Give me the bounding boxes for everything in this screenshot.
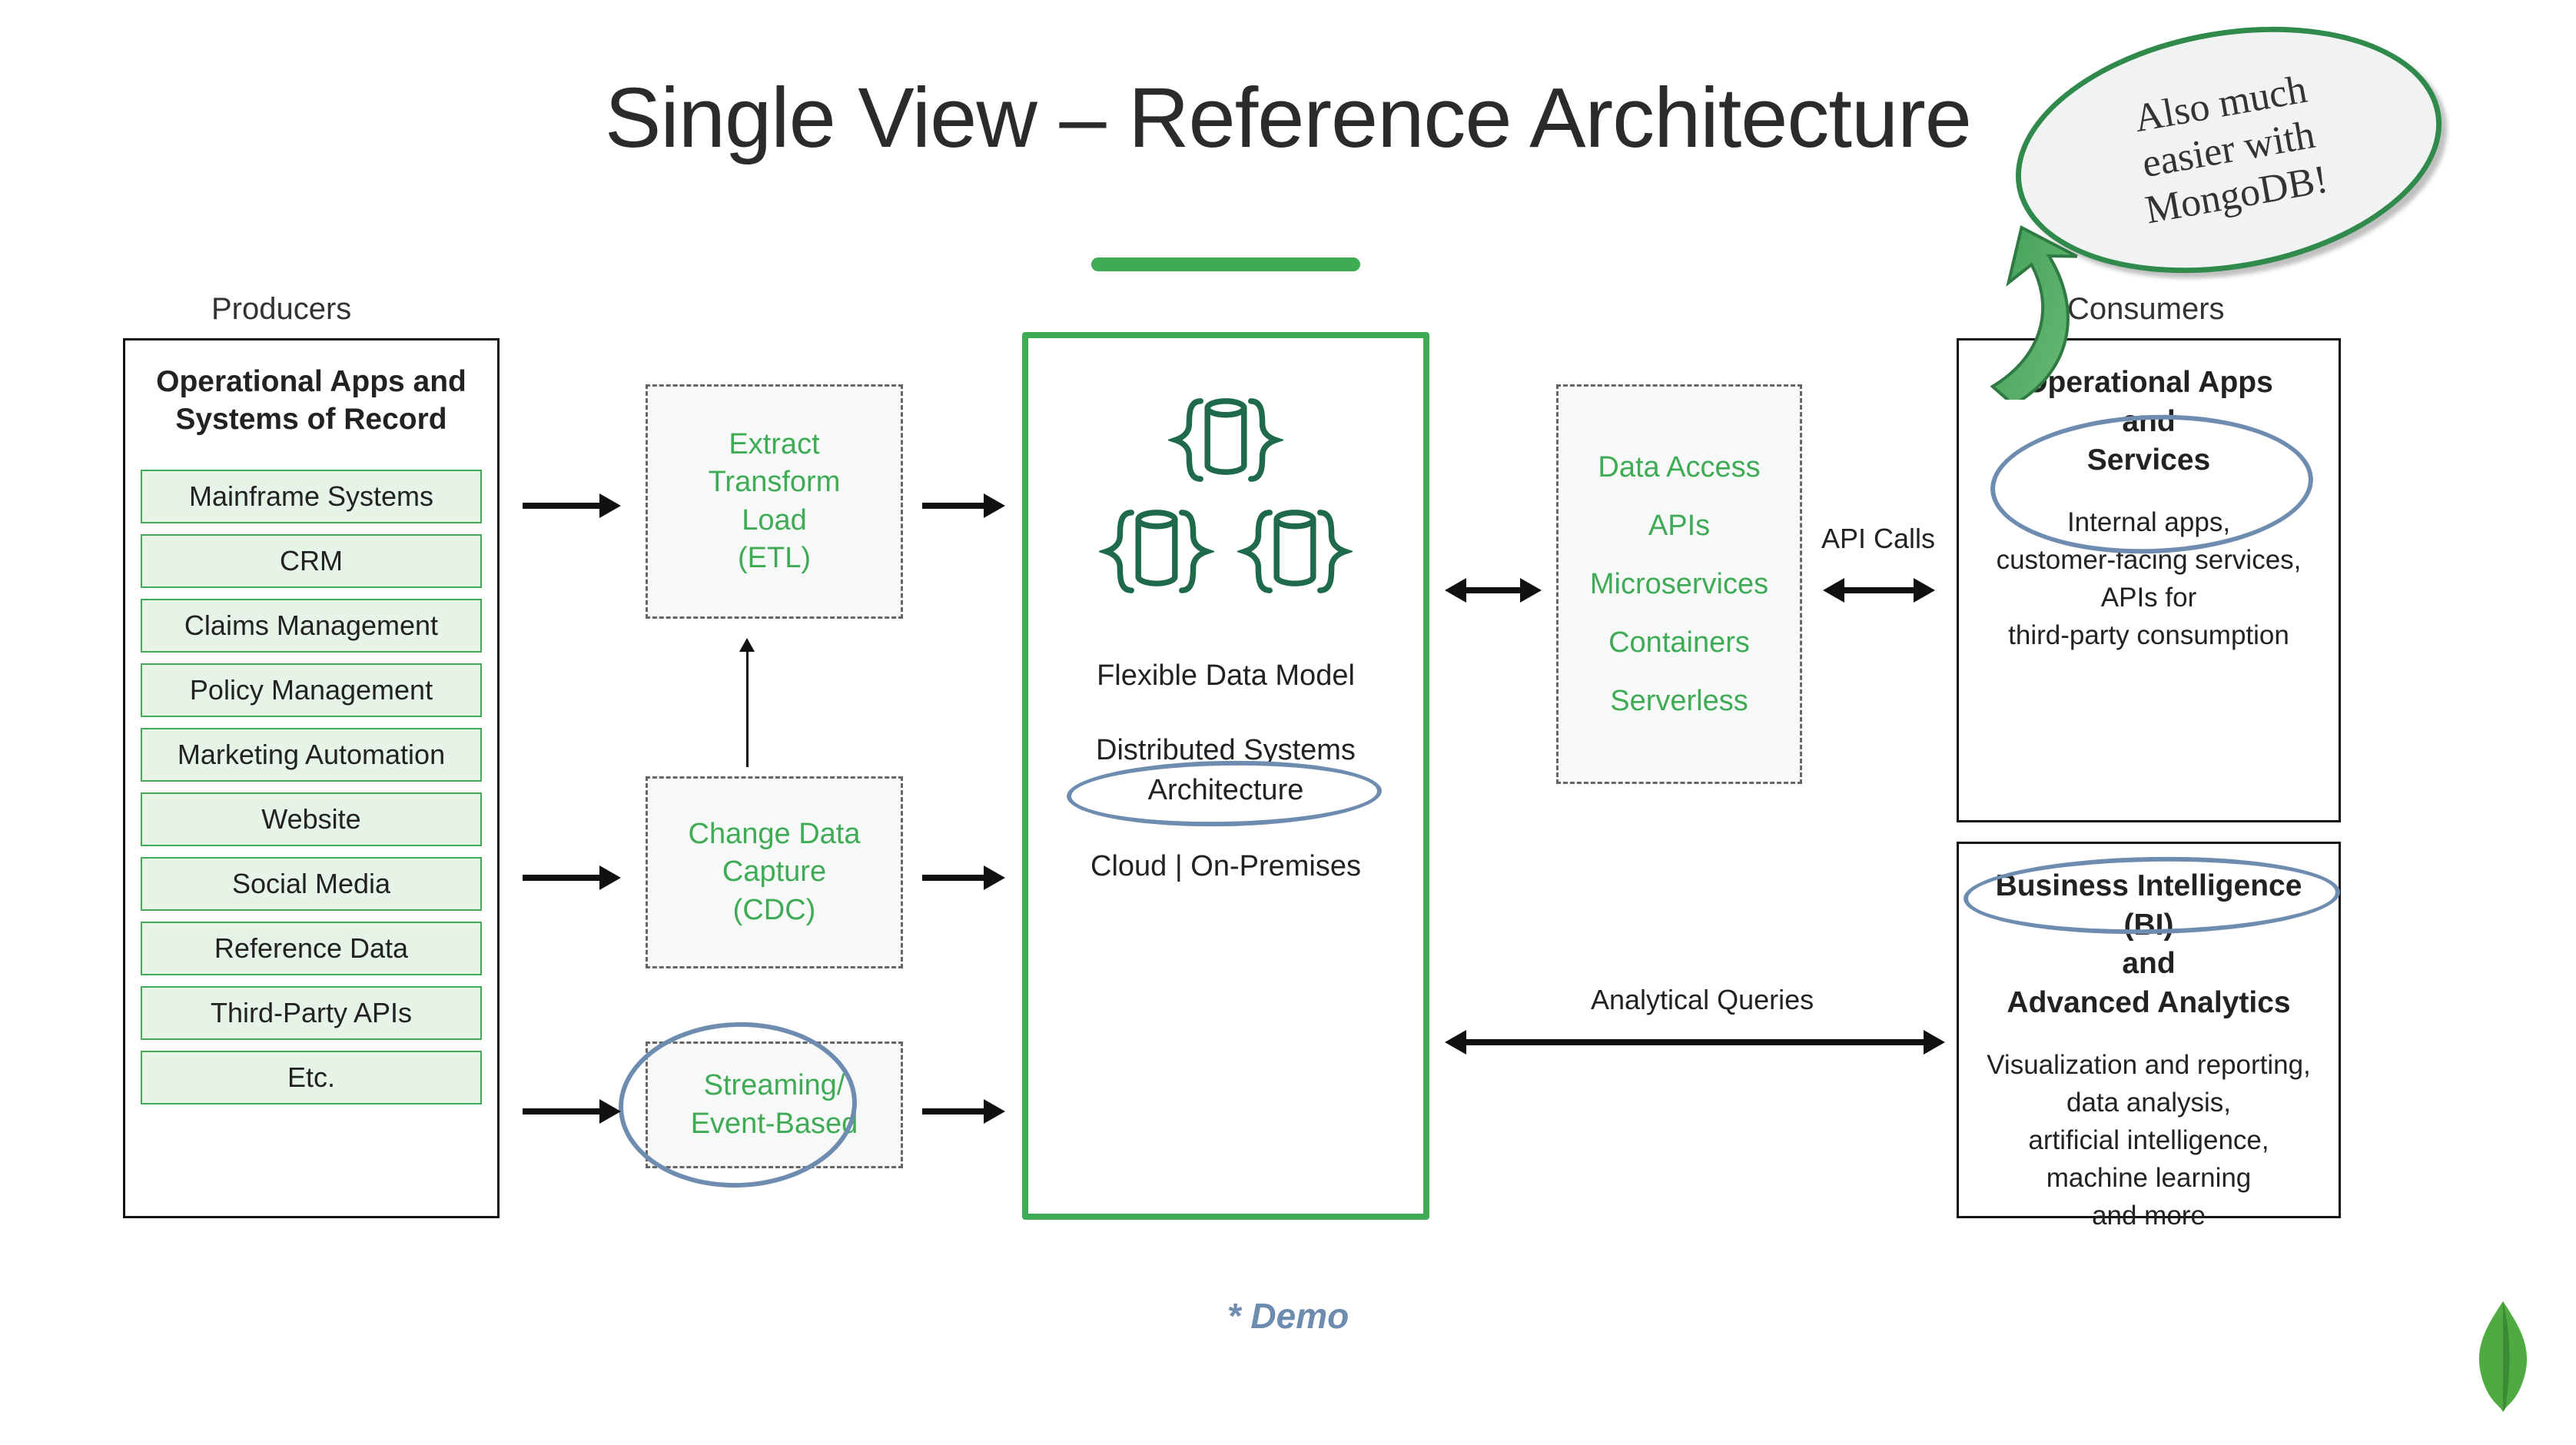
bubble-text: Also much easier with MongoDB! xyxy=(2126,66,2331,234)
central-box: Flexible Data Model Distributed Systems … xyxy=(1022,332,1429,1220)
arrow-cdc-to-central xyxy=(922,865,1005,890)
cdc-l2: Capture xyxy=(648,853,901,891)
access-l1: Data AccessAPIs xyxy=(1559,438,1800,555)
json-icon xyxy=(1099,503,1214,600)
label-api-calls: API Calls xyxy=(1821,523,1935,555)
producer-item: Social Media xyxy=(141,857,482,911)
producer-item: Reference Data xyxy=(141,922,482,975)
arrow-etl-to-central xyxy=(922,493,1005,518)
arrow-prod-to-etl xyxy=(523,493,621,518)
producers-heading-l1: Operational Apps and xyxy=(156,365,466,398)
cdc-box: Change Data Capture (CDC) xyxy=(646,776,903,968)
consumers-column-label: Consumers xyxy=(2067,292,2225,327)
flexible-data-model-label: Flexible Data Model xyxy=(1077,653,1375,699)
producer-item: Policy Management xyxy=(141,663,482,717)
label-analytical: Analytical Queries xyxy=(1591,984,1814,1016)
demo-footer: * Demo xyxy=(0,1295,2576,1337)
json-icon xyxy=(1237,503,1353,600)
cdc-to-etl-arrow xyxy=(739,638,755,767)
cdc-l1: Change Data xyxy=(648,816,901,853)
etl-l3: Load xyxy=(648,502,901,540)
consumers-ops-body: Internal apps, customer-facing services,… xyxy=(1979,503,2319,654)
distributed-arch-label: Distributed Systems Architecture xyxy=(1096,731,1356,810)
access-l4: Containers xyxy=(1559,613,1800,672)
producers-heading: Operational Apps and Systems of Record xyxy=(141,364,482,439)
arrow-central-bi xyxy=(1445,1030,1945,1055)
producers-box: Operational Apps and Systems of Record M… xyxy=(123,338,500,1218)
producer-item: Etc. xyxy=(141,1051,482,1105)
stream-l2: Event-Based xyxy=(648,1105,901,1143)
access-layer-box: Data AccessAPIs Microservices Containers… xyxy=(1556,384,1802,784)
etl-l2: Transform xyxy=(648,463,901,501)
arrow-central-access xyxy=(1445,578,1542,603)
producers-list: Mainframe Systems CRM Claims Management … xyxy=(141,470,482,1105)
json-icon xyxy=(1168,392,1283,488)
consumers-ops-heading: Operational Apps and Services xyxy=(1979,364,2319,480)
producers-heading-l2: Systems of Record xyxy=(175,403,446,436)
consumers-ops-box: Operational Apps and Services Internal a… xyxy=(1957,338,2341,822)
consumers-bi-heading: Business Intelligence (BI) and Advanced … xyxy=(1979,867,2319,1023)
central-handle xyxy=(1091,257,1360,271)
etl-l1: Extract xyxy=(648,426,901,463)
producer-item: Website xyxy=(141,792,482,846)
streaming-box: Streaming/ Event-Based xyxy=(646,1041,903,1168)
json-icons xyxy=(1099,392,1353,600)
consumers-bi-box: Business Intelligence (BI) and Advanced … xyxy=(1957,842,2341,1218)
producers-column-label: Producers xyxy=(211,292,351,327)
stream-l1: Streaming/ xyxy=(648,1067,901,1105)
access-l5: Serverless xyxy=(1559,672,1800,730)
etl-box: Extract Transform Load (ETL) xyxy=(646,384,903,619)
consumers-bi-body: Visualization and reporting, data analys… xyxy=(1979,1046,2319,1234)
bubble-note: Also much easier with MongoDB! xyxy=(1996,0,2461,304)
cdc-l3: (CDC) xyxy=(648,892,901,929)
arrow-prod-to-cdc xyxy=(523,865,621,890)
producer-item: CRM xyxy=(141,534,482,588)
producer-item: Mainframe Systems xyxy=(141,470,482,523)
mongodb-leaf-icon xyxy=(2468,1299,2538,1414)
deploy-label: Cloud | On-Premises xyxy=(1090,847,1361,886)
producer-item: Third-Party APIs xyxy=(141,986,482,1040)
arrow-prod-to-stream xyxy=(523,1099,621,1124)
arrow-access-ops xyxy=(1823,578,1935,603)
arrow-stream-to-central xyxy=(922,1099,1005,1124)
producer-item: Marketing Automation xyxy=(141,728,482,782)
etl-l4: (ETL) xyxy=(648,540,901,577)
access-l3: Microservices xyxy=(1559,555,1800,613)
producer-item: Claims Management xyxy=(141,599,482,653)
